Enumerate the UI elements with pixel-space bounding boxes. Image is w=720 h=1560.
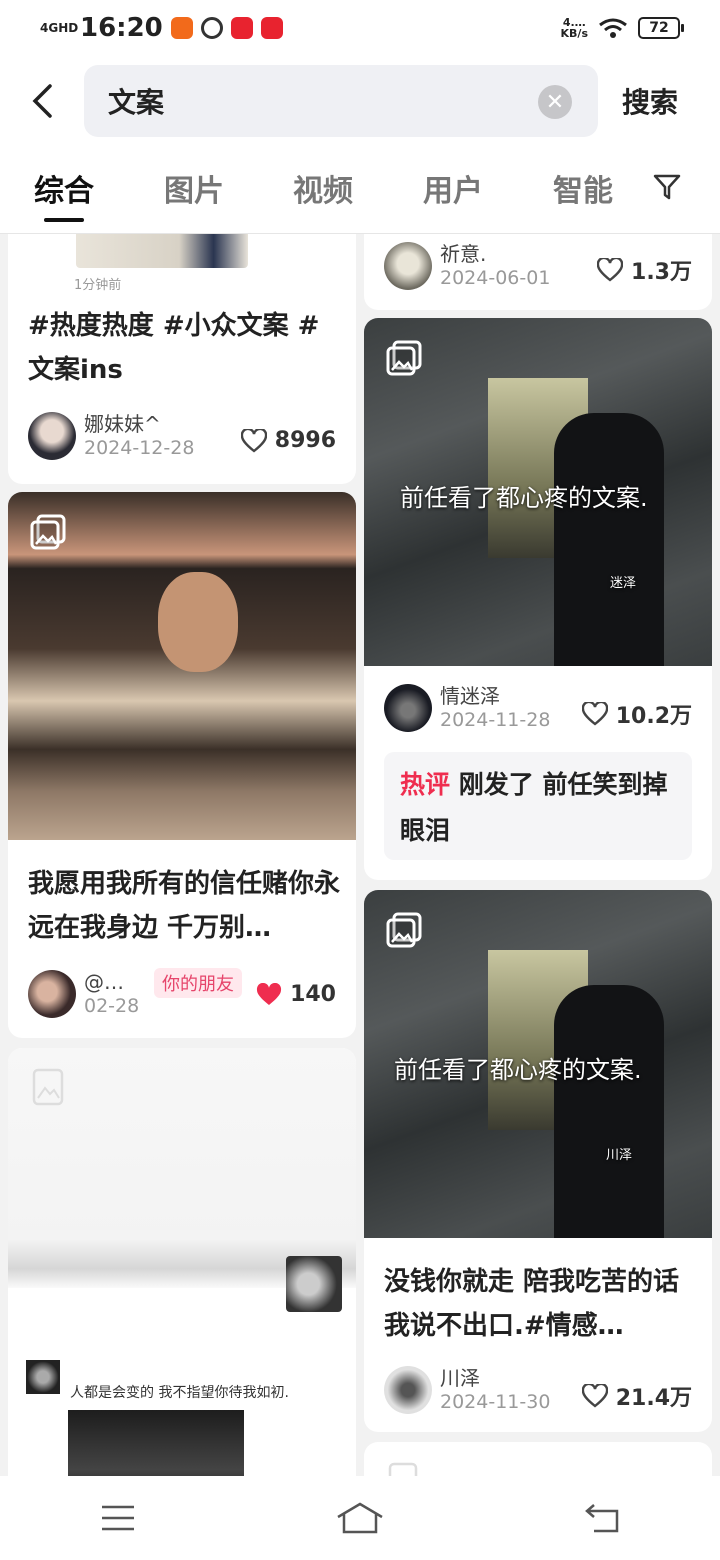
heart-icon [581, 702, 608, 726]
overlay-caption: 前任看了都心疼的文案. [394, 1056, 642, 1084]
search-header: 文案 ✕ 搜索 [0, 56, 720, 146]
search-input[interactable]: 文案 ✕ [84, 65, 598, 137]
watermark: 迷泽 [610, 576, 637, 591]
post-date: 2024-11-30 [440, 1391, 551, 1413]
like-count[interactable]: 140 [256, 982, 336, 1007]
author-info[interactable]: 祈意. 2024-06-01 [384, 242, 550, 290]
clear-icon[interactable]: ✕ [538, 85, 572, 119]
author-name: 娜妹妹^ [84, 412, 161, 436]
overlay-caption: 前任看了都心疼的文案. [400, 484, 648, 512]
avatar [28, 412, 76, 460]
app-notification-icon [170, 17, 193, 39]
return-icon[interactable] [584, 1503, 620, 1533]
like-count[interactable]: 1.3万 [597, 254, 692, 286]
time-ago: 1分钟前 [74, 278, 122, 293]
like-count[interactable]: 8996 [240, 428, 336, 453]
photo-person [554, 985, 664, 1238]
note-card[interactable]: 前任看了都心疼的文案. 川泽 没钱你就走 陪我吃苦的话 我说不出口.#情感… 川… [364, 890, 712, 1432]
post-caption: 人都是会变的 我不指望你待我如初. [70, 1385, 289, 1401]
post-date: 2024-12-28 [84, 437, 195, 459]
avatar [26, 1360, 60, 1394]
author-info[interactable]: @… 02-28 [28, 970, 139, 1018]
note-card[interactable]: 人都是会变的 我不指望你待我如初. [8, 1048, 356, 1476]
image-badge-icon [386, 340, 422, 376]
note-card[interactable] [364, 1442, 712, 1476]
image-placeholder-icon [32, 1068, 64, 1106]
tab-bar: 综合 图片 视频 用户 智能 [0, 146, 720, 234]
search-app-icon [200, 17, 223, 39]
author-name: 情迷泽 [440, 684, 500, 708]
image-badge-icon [386, 912, 422, 948]
network-indicator: 4GHD [40, 21, 79, 35]
avatar [384, 1366, 432, 1414]
author-info[interactable]: 情迷泽 2024-11-28 [384, 684, 550, 732]
tab-smart[interactable]: 智能 [553, 166, 613, 210]
heart-icon [240, 428, 267, 453]
author-info[interactable]: 川泽 2024-11-30 [384, 1366, 550, 1414]
post-thumbnail [76, 234, 248, 268]
heart-app-icon [260, 17, 283, 39]
post-title: 没钱你就走 陪我吃苦的话 我说不出口.#情感… [384, 1267, 680, 1341]
results-feed: 1分钟前 #热度热度 #小众文案 #文案ins 娜妹妹^ 2024-12-28 … [0, 234, 720, 1476]
battery-icon: 72 [638, 17, 684, 39]
active-tab-indicator [44, 218, 84, 222]
wifi-icon [599, 18, 627, 38]
photo-person [554, 413, 664, 666]
search-query: 文案 [108, 86, 165, 119]
tab-users[interactable]: 用户 [423, 166, 483, 210]
hot-comment-tag: 热评 [400, 770, 451, 799]
network-speed: 4.… KB/s [560, 16, 588, 40]
status-bar: 4GHD 16:20 4.… KB/s 72 [0, 0, 720, 56]
watermark: 川泽 [606, 1148, 633, 1163]
post-thumbnail [286, 1256, 342, 1312]
note-card[interactable]: 1分钟前 #热度热度 #小众文案 #文案ins 娜妹妹^ 2024-12-28 … [8, 234, 356, 484]
back-button[interactable] [0, 56, 84, 146]
author-name: 祈意. [440, 242, 487, 266]
photo-face [158, 572, 238, 672]
avatar [384, 242, 432, 290]
tab-videos[interactable]: 视频 [293, 166, 353, 210]
avatar [28, 970, 76, 1018]
hot-comment[interactable]: 热评 刚发了 前任笑到掉眼泪 [384, 752, 692, 860]
post-date: 2024-06-01 [440, 267, 551, 289]
home-icon[interactable] [336, 1501, 384, 1535]
friend-badge: 你的朋友 [154, 968, 242, 998]
heart-icon [597, 258, 624, 282]
back-icon [32, 84, 52, 118]
filter-icon[interactable] [652, 172, 682, 202]
author-info[interactable]: 娜妹妹^ 2024-12-28 [28, 412, 194, 460]
tab-comprehensive[interactable]: 综合 [34, 166, 94, 210]
clock: 16:20 [80, 13, 163, 43]
image-placeholder-icon [388, 1462, 418, 1476]
search-button[interactable]: 搜索 [622, 81, 678, 121]
like-count[interactable]: 21.4万 [581, 1380, 692, 1412]
note-card[interactable]: 前任看了都心疼的文案. 迷泽 情迷泽 2024-11-28 10.2万 热评 刚… [364, 318, 712, 880]
shop-app-icon [230, 17, 253, 39]
post-date: 02-28 [84, 995, 140, 1017]
menu-icon[interactable] [100, 1503, 136, 1533]
note-card[interactable]: 我愿用我所有的信任赌你永远在我身边 千万别… @… 02-28 你的朋友 140 [8, 492, 356, 1038]
heart-icon [581, 1384, 608, 1408]
system-nav-bar [0, 1476, 720, 1560]
author-name: 川泽 [440, 1366, 480, 1390]
image-badge-icon [30, 514, 66, 550]
tab-images[interactable]: 图片 [164, 166, 224, 210]
like-count[interactable]: 10.2万 [581, 698, 692, 730]
post-photo-bw [68, 1410, 244, 1476]
note-card[interactable]: 祈意. 2024-06-01 1.3万 [364, 234, 712, 310]
post-title: 我愿用我所有的信任赌你永远在我身边 千万别… [28, 869, 341, 943]
post-title: #热度热度 #小众文案 #文案ins [28, 311, 320, 385]
heart-filled-icon [257, 982, 282, 1005]
avatar [384, 684, 432, 732]
post-date: 2024-11-28 [440, 709, 551, 731]
author-name: @… [84, 970, 124, 994]
